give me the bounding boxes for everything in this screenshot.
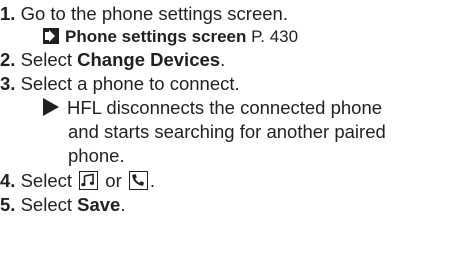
step-text-prefix: Select <box>20 170 78 191</box>
reference-page: P. 430 <box>246 27 299 46</box>
step-4: 4. Select or . <box>0 169 155 193</box>
result-note-line-1: HFL disconnects the connected phone <box>43 96 382 120</box>
note-text: and starts searching for another paired <box>68 121 386 142</box>
note-text: phone. <box>68 145 125 166</box>
step-text-prefix: Select <box>20 49 78 70</box>
cross-reference[interactable]: Phone settings screen P. 430 <box>43 25 298 49</box>
step-text: Select a phone to connect. <box>20 73 240 94</box>
step-text-middle: or <box>100 170 127 191</box>
step-3: 3. Select a phone to connect. <box>0 72 240 96</box>
step-text-suffix: . <box>149 170 156 191</box>
step-number: 1. <box>0 3 16 24</box>
step-2: 2. Select Change Devices. <box>0 48 225 72</box>
music-note-icon <box>79 171 99 190</box>
step-text: Go to the phone settings screen. <box>20 3 288 24</box>
instruction-page: 1. Go to the phone settings screen. Phon… <box>0 0 461 270</box>
change-devices-label: Change Devices <box>77 49 221 70</box>
arrow-right-icon <box>43 28 59 44</box>
triangle-bullet-icon <box>43 98 59 116</box>
reference-title[interactable]: Phone settings screen <box>65 27 246 46</box>
step-number: 5. <box>0 194 16 215</box>
step-text-suffix: . <box>120 194 126 215</box>
step-text-suffix: . <box>220 49 226 70</box>
result-note-line-3: phone. <box>68 144 125 168</box>
step-number: 2. <box>0 49 16 70</box>
step-5: 5. Select Save. <box>0 193 126 217</box>
phone-handset-icon <box>128 171 148 190</box>
step-number: 3. <box>0 73 16 94</box>
save-label: Save <box>77 194 121 215</box>
note-text: HFL disconnects the connected phone <box>67 97 383 118</box>
step-1: 1. Go to the phone settings screen. <box>0 2 288 26</box>
step-text-prefix: Select <box>20 194 78 215</box>
result-note-line-2: and starts searching for another paired <box>68 120 386 144</box>
step-number: 4. <box>0 170 16 191</box>
